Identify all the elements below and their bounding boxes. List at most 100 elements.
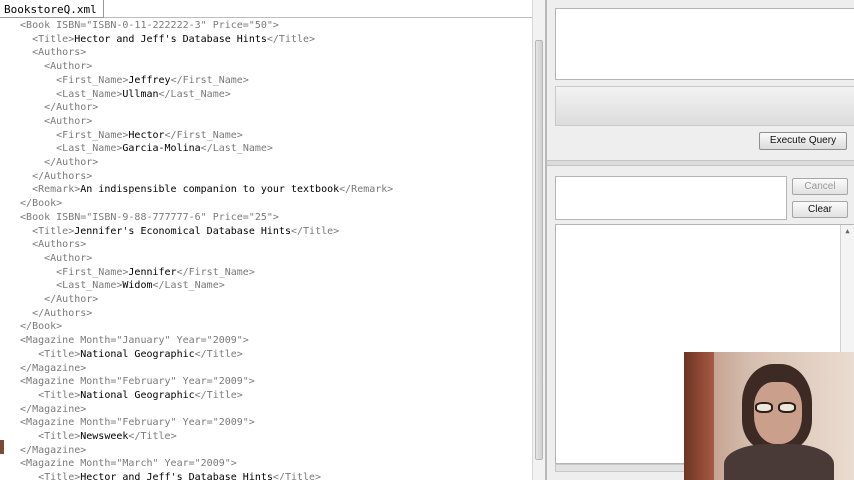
file-tab-label: BookstoreQ.xml [4, 3, 97, 16]
xml-tag-open: <Author> [44, 115, 93, 127]
xml-tag-open: <Magazine Month="February" Year="2009"> [20, 376, 255, 388]
xml-line: </Author> [44, 156, 98, 170]
clear-button[interactable]: Clear [792, 201, 848, 218]
editor-scrollbar-thumb[interactable] [535, 40, 543, 460]
xml-tag-open: </Author> [44, 157, 99, 168]
xml-line: <First_Name>Hector</First_Name> [56, 129, 243, 143]
xml-line: </Magazine> [20, 444, 86, 458]
xml-text-value: National Geographic [80, 348, 195, 360]
xml-text-value: Jennifer's Economical Database Hints [74, 225, 291, 237]
query-toolbar-area [555, 86, 854, 126]
xml-tag-open: <Authors> [32, 239, 87, 251]
xml-text-value: Hector [128, 129, 165, 141]
xml-tag-close: </First_Name> [164, 129, 243, 141]
presenter-face [754, 382, 802, 444]
xml-line: </Author> [44, 101, 98, 115]
scroll-up-icon[interactable]: ▲ [843, 227, 852, 236]
xml-tag-close: </Title> [290, 225, 340, 237]
xml-tag-close: </Title> [194, 348, 243, 360]
execute-query-button[interactable]: Execute Query [759, 132, 847, 150]
xml-tag-close: </Last_Name> [158, 88, 231, 100]
xml-tag-open: <Book ISBN="ISBN-9-88-777777-6" Price="2… [20, 211, 279, 223]
xml-tag-close: </Last_Name> [152, 280, 225, 292]
xml-line: <First_Name>Jeffrey</First_Name> [56, 74, 249, 88]
xml-line: <Title>Hector and Jeff's Database Hints<… [38, 471, 321, 480]
xml-tag-close: </Title> [194, 389, 243, 401]
xml-line: </Book> [20, 197, 62, 211]
xml-tag-open: </Magazine> [20, 362, 87, 374]
xml-line: <Title>National Geographic</Title> [38, 389, 243, 403]
xml-tag-open: <First_Name> [56, 266, 129, 278]
xml-tag-open: <Title> [38, 472, 81, 480]
query-input[interactable] [555, 8, 854, 80]
cancel-button[interactable]: Cancel [792, 178, 848, 195]
xml-text-area[interactable]: <Book ISBN="ISBN-0-11-222222-3" Price="5… [0, 17, 532, 480]
xml-tag-close: </Title> [128, 431, 177, 442]
xml-line: <Book ISBN="ISBN-9-88-777777-6" Price="2… [20, 211, 279, 225]
xml-line: <Book ISBN="ISBN-0-11-222222-3" Price="5… [20, 19, 279, 33]
xml-line: <Remark>An indispensible companion to yo… [32, 183, 393, 197]
xml-tag-open: <First_Name> [56, 74, 129, 86]
xml-text-value: Jeffrey [128, 74, 171, 86]
xml-line: <Magazine Month="February" Year="2009"> [20, 375, 255, 389]
xml-line: <Title>National Geographic</Title> [38, 348, 243, 362]
glasses-left-lens [755, 402, 773, 413]
status-output [555, 176, 787, 220]
xml-line: </Author> [44, 293, 98, 307]
xml-tag-open: <First_Name> [56, 129, 129, 141]
xml-tag-open: <Last_Name> [56, 280, 123, 292]
xml-tag-open: </Author> [44, 294, 99, 305]
xml-line: </Magazine> [20, 403, 86, 417]
xml-text-value: Ullman [122, 88, 159, 100]
glasses-right-lens [778, 402, 796, 413]
xml-tag-open: </Book> [20, 198, 63, 210]
xml-tag-open: <Magazine Month="March" Year="2009"> [20, 458, 237, 470]
xml-text-value: National Geographic [80, 389, 195, 401]
xml-line: <Author> [44, 252, 92, 266]
xml-editor[interactable]: BookstoreQ.xml <Book ISBN="ISBN-0-11-222… [0, 0, 545, 480]
xml-tag-close: </Remark> [339, 184, 394, 196]
xml-tag-close: </Title> [272, 472, 322, 480]
xml-line: </Magazine> [20, 362, 86, 376]
xml-tag-open: </Authors> [32, 307, 93, 319]
xml-tag-open: <Authors> [32, 47, 87, 59]
pane-splitter[interactable] [547, 160, 854, 166]
presenter-body [724, 444, 834, 480]
file-tab[interactable]: BookstoreQ.xml [0, 0, 104, 18]
xml-tag-open: <Author> [44, 252, 93, 264]
xml-tag-open: </Authors> [32, 170, 93, 182]
editor-scrollbar[interactable] [532, 0, 545, 480]
webcam-overlay [684, 352, 854, 480]
xml-tag-open: <Title> [38, 348, 81, 360]
xml-line: </Authors> [32, 307, 92, 321]
xml-tag-open: <Title> [32, 33, 75, 45]
xml-tag-close: </Title> [266, 33, 316, 45]
xml-tag-open: <Title> [38, 431, 81, 442]
xml-tag-open: <Remark> [32, 184, 81, 196]
xml-line: <Title>Hector and Jeff's Database Hints<… [32, 33, 315, 47]
xml-line: <Authors> [32, 238, 86, 252]
xml-tag-open: <Author> [44, 61, 93, 73]
xml-tag-close: </Last_Name> [200, 143, 273, 155]
xml-line: <Author> [44, 115, 92, 129]
xml-tag-open: <Title> [32, 225, 75, 237]
xml-line: </Authors> [32, 170, 92, 184]
xml-tag-open: <Magazine Month="January" Year="2009"> [20, 335, 249, 347]
xml-text-value: Hector and Jeff's Database Hints [74, 33, 267, 45]
xml-tag-open: </Author> [44, 102, 99, 114]
xml-tag-open: <Title> [38, 389, 81, 401]
xml-tag-open: </Magazine> [20, 444, 87, 456]
xml-tag-open: <Last_Name> [56, 143, 123, 155]
line-marker [0, 440, 4, 454]
xml-line: <Last_Name>Widom</Last_Name> [56, 279, 225, 293]
xml-line: <Magazine Month="March" Year="2009"> [20, 457, 237, 471]
xml-text-value: Jennifer [128, 266, 177, 278]
xml-tag-open: <Last_Name> [56, 88, 123, 100]
xml-text-value: Garcia-Molina [122, 143, 201, 155]
xml-line: <Title>Newsweek</Title> [38, 430, 177, 444]
xml-line: </Book> [20, 320, 62, 334]
xml-tag-open: </Book> [20, 321, 63, 333]
xml-line: <Last_Name>Ullman</Last_Name> [56, 88, 231, 102]
xml-text-value: Widom [122, 280, 153, 292]
xml-line: <Magazine Month="February" Year="2009"> [20, 416, 255, 430]
